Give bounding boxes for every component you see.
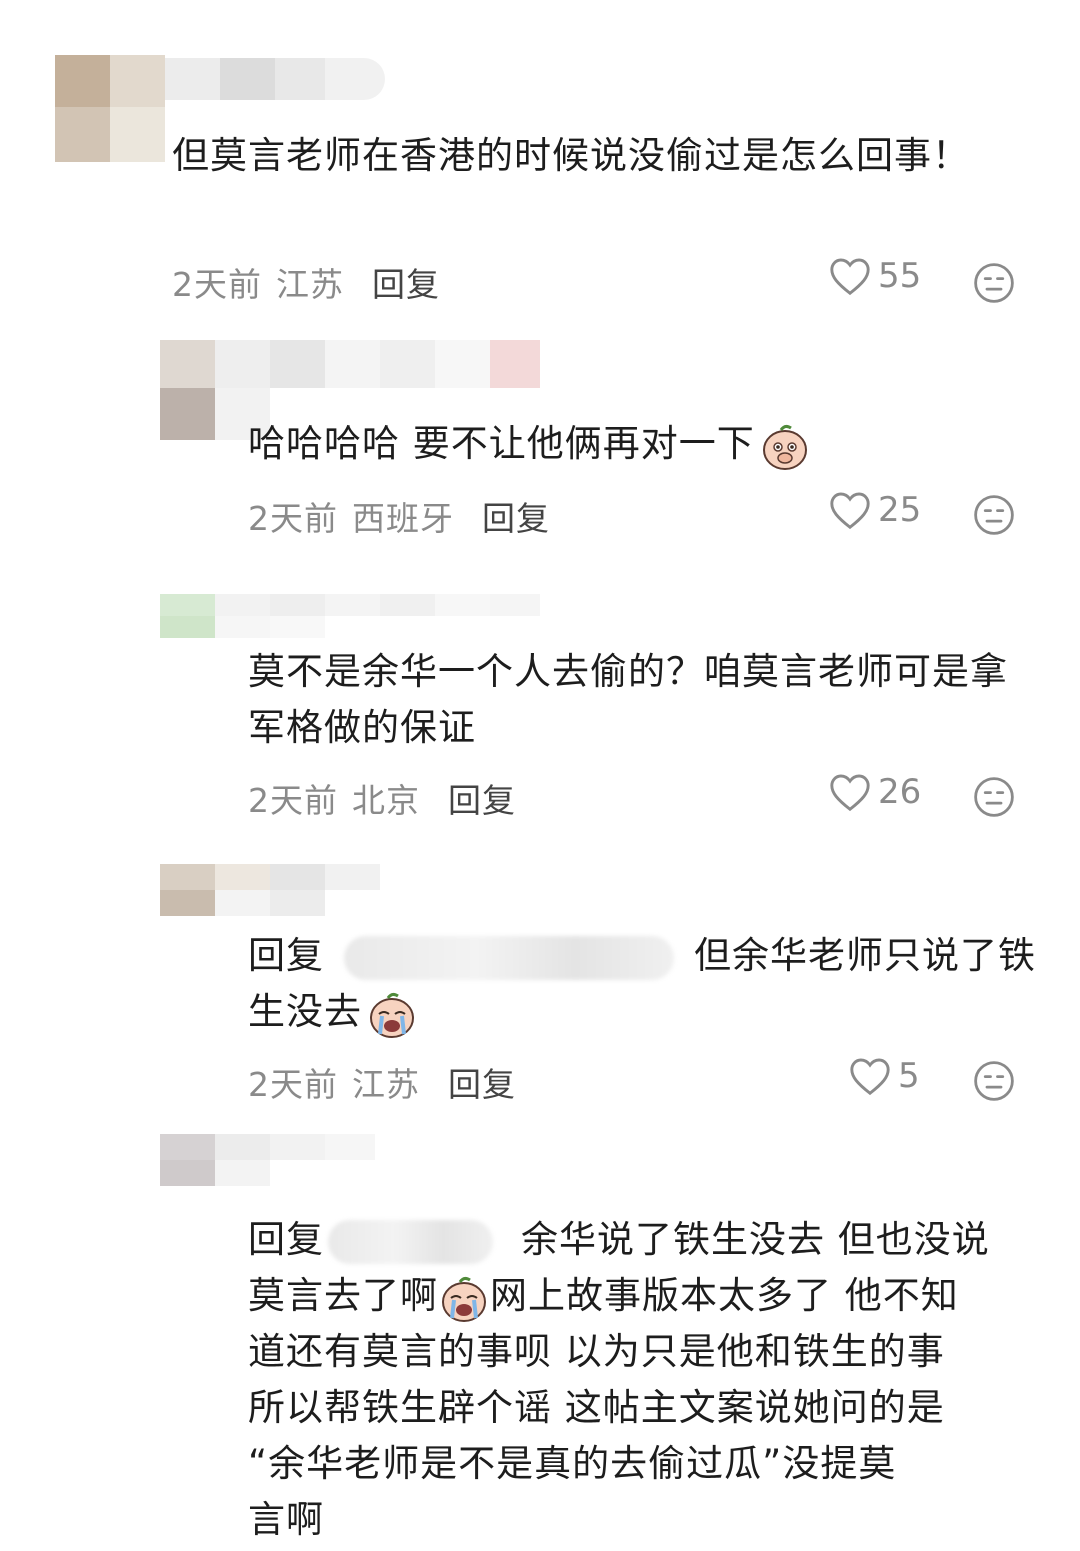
reply-target-blurred[interactable] xyxy=(344,935,674,980)
like-button[interactable]: 26 xyxy=(828,772,921,812)
comment-meta: 2天前 北京 回复 xyxy=(248,774,516,822)
reply-button[interactable]: 回复 xyxy=(448,774,516,822)
comment-time: 2天前 xyxy=(248,499,338,538)
like-count: 5 xyxy=(898,1056,920,1096)
peach-cry-emoji xyxy=(366,988,418,1040)
comment-1: 但莫言老师在香港的时候说没偷过是怎么回事！ 2天前 江苏 回复 55 xyxy=(0,0,1080,330)
comment-text: 但莫言老师在香港的时候说没偷过是怎么回事！ xyxy=(172,134,970,177)
reply-button[interactable]: 回复 xyxy=(372,258,440,306)
like-count: 55 xyxy=(878,256,922,296)
comment-text-content: 哈哈哈哈 要不让他俩再对一下 xyxy=(248,422,755,465)
comment-text: 莫不是余华一个人去偷的？咱莫言老师可是拿军格做的保证 xyxy=(248,650,1008,749)
heart-outline-icon xyxy=(830,492,870,530)
comment-line-2b: 网上故事版本太多了 他不知 xyxy=(490,1274,959,1317)
comment-location: 西班牙 xyxy=(352,499,454,538)
comment-time: 2天前 xyxy=(248,781,338,820)
peach-cover-mouth-emoji xyxy=(759,420,811,472)
comment-5: 回复 余华说了铁生没去 但也没说 莫言去了啊 网上故事版本太多了 他不知 道还有莫… xyxy=(0,1134,1080,1551)
comment-location: 江苏 xyxy=(352,1065,420,1104)
comment-line-5: “余华老师是不是真的去偷过瓜”没提莫 xyxy=(248,1442,897,1485)
like-count: 26 xyxy=(878,772,922,812)
avatar-blurred[interactable] xyxy=(160,864,380,916)
comment-line-6: 言啊 xyxy=(248,1498,324,1541)
like-button[interactable]: 5 xyxy=(848,1056,920,1096)
comment-line-4: 所以帮铁生辟个谣 这帖主文案说她问的是 xyxy=(248,1386,945,1429)
comment-time: 2天前 xyxy=(248,1065,338,1104)
comment-time: 2天前 xyxy=(172,265,262,304)
reply-prefix: 回复 xyxy=(248,1218,324,1261)
like-button[interactable]: 55 xyxy=(828,256,921,296)
comment-text: 回复 余华说了铁生没去 但也没说 莫言去了啊 网上故事版本太多了 他不知 道还有莫… xyxy=(248,1212,1048,1548)
heart-outline-icon xyxy=(830,774,870,812)
peach-cry-emoji xyxy=(438,1272,490,1324)
comment-text: 回复 但余华老师只说了铁生没去 xyxy=(248,928,1048,1040)
comment-3: 莫不是余华一个人去偷的？咱莫言老师可是拿军格做的保证 2天前 北京 回复 26 xyxy=(0,580,1080,860)
heart-outline-icon xyxy=(830,258,870,296)
username-blurred[interactable] xyxy=(165,58,385,100)
avatar-blurred[interactable] xyxy=(160,594,540,638)
comment-location: 北京 xyxy=(352,781,420,820)
like-count: 25 xyxy=(878,490,922,530)
comment-2: 哈哈哈哈 要不让他俩再对一下 2天前 西班牙 回复 25 xyxy=(0,330,1080,580)
heart-outline-icon xyxy=(850,1058,890,1096)
meh-face-icon[interactable] xyxy=(973,776,1015,818)
avatar-blurred[interactable] xyxy=(55,55,165,162)
meh-face-icon[interactable] xyxy=(973,1060,1015,1102)
comment-text: 哈哈哈哈 要不让他俩再对一下 xyxy=(248,416,1028,472)
comment-line-1: 余华说了铁生没去 但也没说 xyxy=(521,1218,990,1261)
meh-face-icon[interactable] xyxy=(973,262,1015,304)
avatar-blurred[interactable] xyxy=(160,1134,375,1186)
comment-meta: 2天前 江苏 回复 xyxy=(248,1058,516,1106)
reply-button[interactable]: 回复 xyxy=(448,1058,516,1106)
reply-prefix: 回复 xyxy=(248,934,324,977)
reply-button[interactable]: 回复 xyxy=(482,492,550,540)
meh-face-icon[interactable] xyxy=(973,494,1015,536)
comment-line-2a: 莫言去了啊 xyxy=(248,1274,438,1317)
like-button[interactable]: 25 xyxy=(828,490,921,530)
comment-line-3: 道还有莫言的事呗 以为只是他和铁生的事 xyxy=(248,1330,945,1373)
reply-target-blurred[interactable] xyxy=(328,1219,493,1264)
comment-4: 回复 但余华老师只说了铁生没去 2天前 江苏 回复 5 xyxy=(0,860,1080,1140)
comment-meta: 2天前 西班牙 回复 xyxy=(248,492,550,540)
comment-location: 江苏 xyxy=(276,265,344,304)
comment-meta: 2天前 江苏 回复 xyxy=(172,258,440,306)
